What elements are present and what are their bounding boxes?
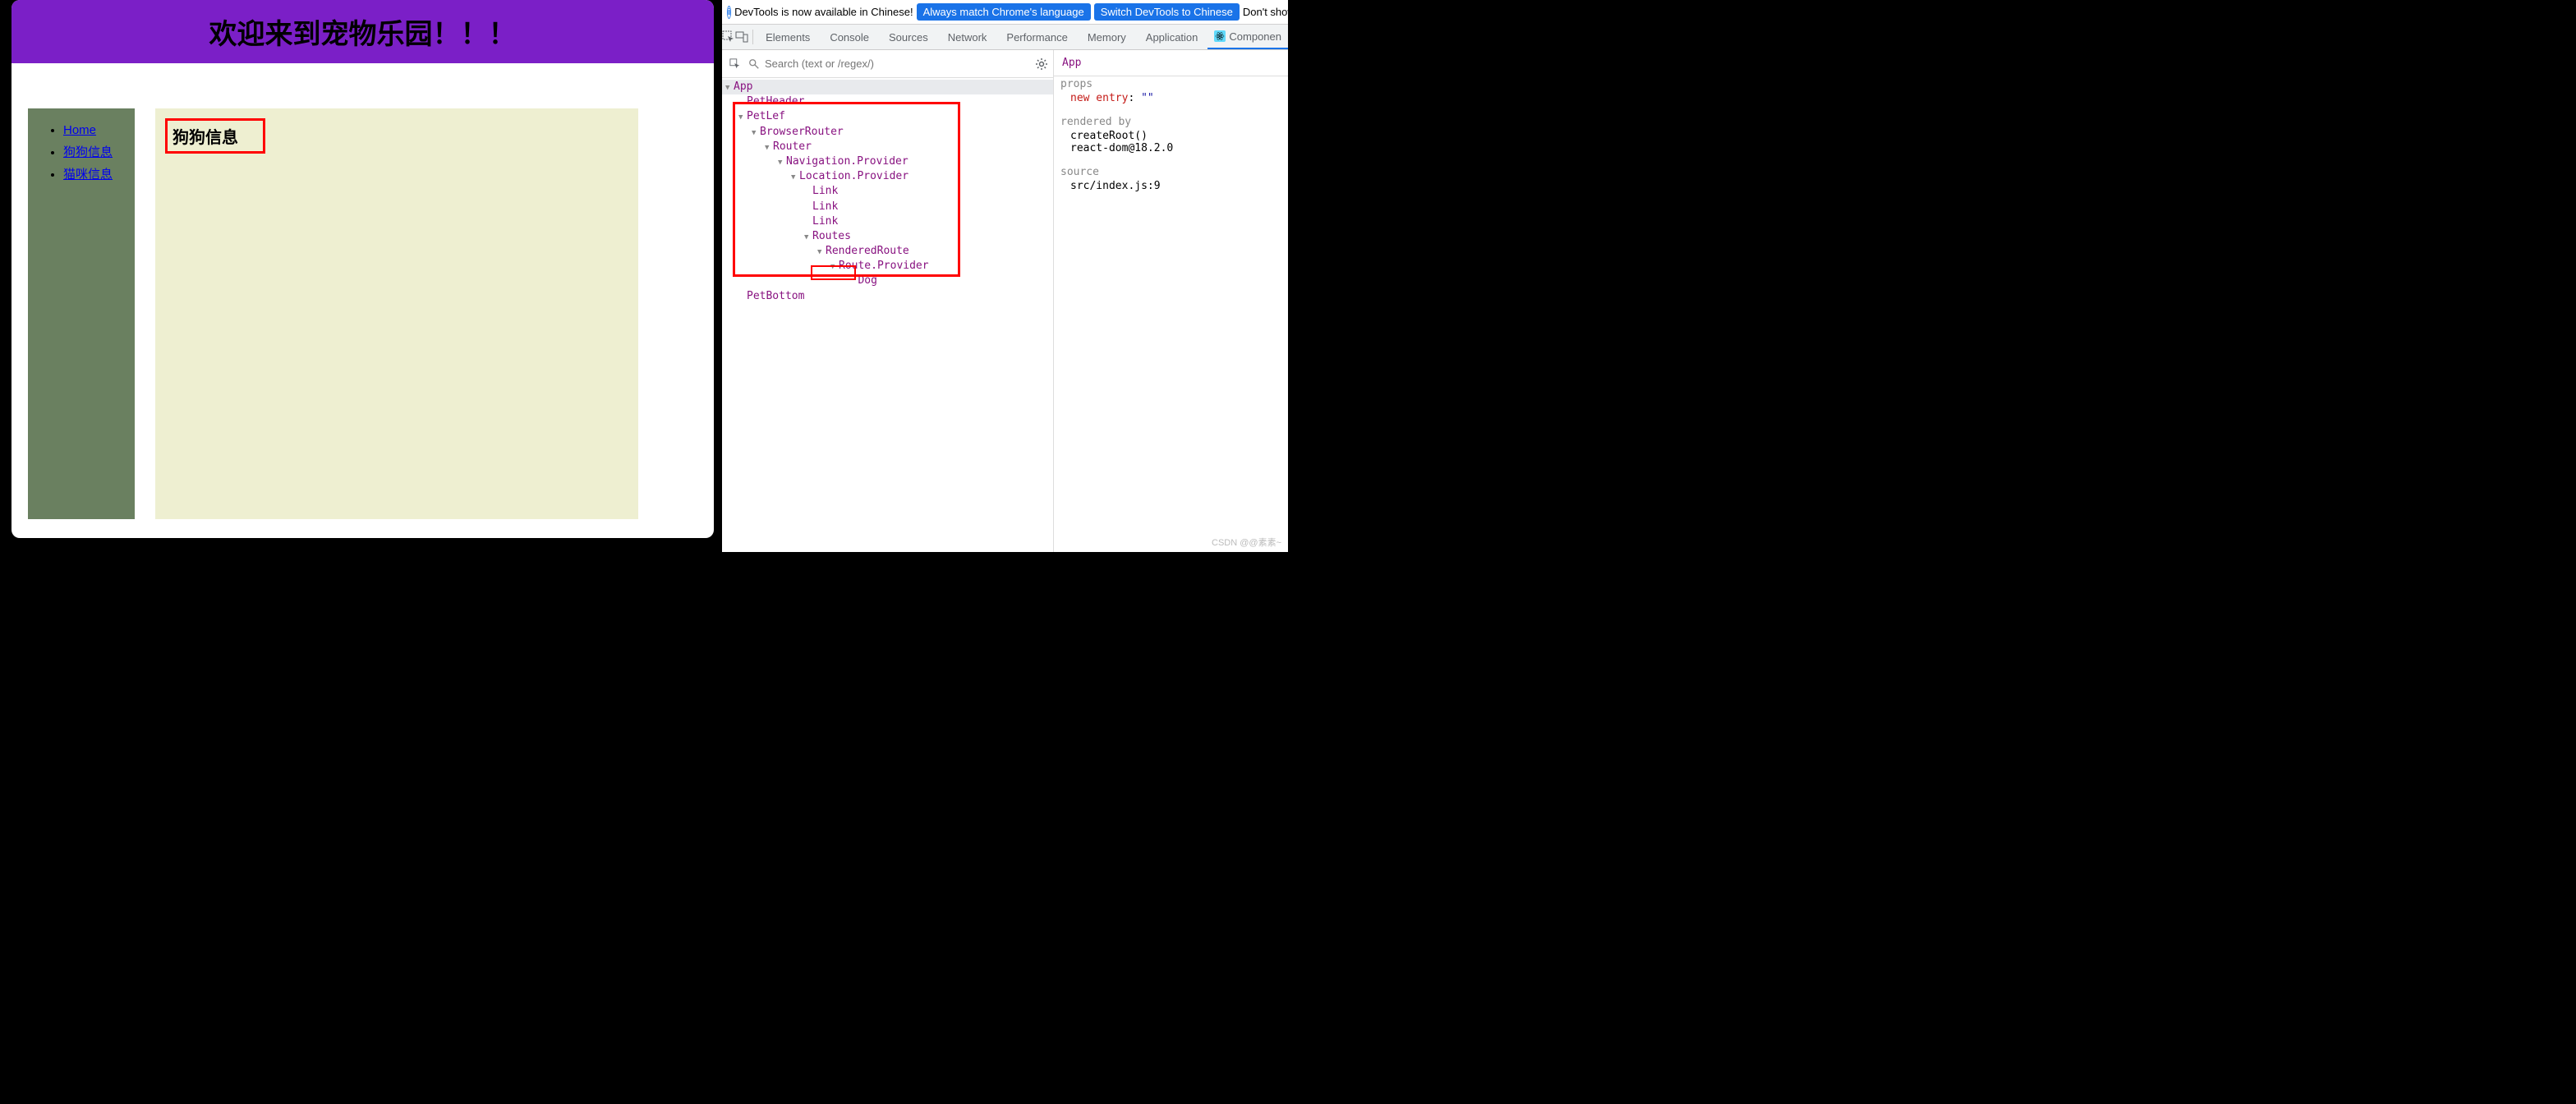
detail-title-highlight: 狗狗信息 [165, 118, 265, 154]
rendered-by-item[interactable]: react-dom@18.2.0 [1054, 142, 1288, 154]
devtools-body: ▼AppPetHeader▼PetLef▼BrowserRouter▼Route… [722, 50, 1288, 552]
info-icon: i [727, 6, 731, 19]
component-tree[interactable]: ▼AppPetHeader▼PetLef▼BrowserRouter▼Route… [722, 78, 1053, 552]
page-title: 欢迎来到宠物乐园！！！ [12, 0, 714, 63]
tab-sources[interactable]: Sources [879, 26, 938, 48]
tree-node-router[interactable]: ▼Router [722, 140, 1053, 154]
breadcrumb[interactable]: App [1054, 53, 1288, 76]
gear-icon[interactable] [1035, 58, 1048, 71]
tab-memory[interactable]: Memory [1078, 26, 1136, 48]
tree-node-route-provider[interactable]: ▼Route.Provider [722, 259, 1053, 274]
pick-element-icon[interactable] [727, 56, 743, 72]
content-row: Home 狗狗信息 猫咪信息 狗狗信息 [12, 63, 714, 519]
tree-node-link[interactable]: Link [722, 214, 1053, 229]
tree-search-bar [722, 50, 1053, 78]
source-header: source [1054, 164, 1288, 180]
devtools-notice: i DevTools is now available in Chinese! … [722, 0, 1288, 25]
tree-search-input[interactable] [765, 58, 1030, 70]
tree-node-petlef[interactable]: ▼PetLef [722, 109, 1053, 124]
tab-components[interactable]: Componen [1208, 25, 1288, 49]
nav-dog[interactable]: 狗狗信息 [63, 145, 113, 159]
tree-node-routes[interactable]: ▼Routes [722, 229, 1053, 244]
tree-node-link[interactable]: Link [722, 200, 1053, 214]
tab-application[interactable]: Application [1136, 26, 1208, 48]
tree-node-petheader[interactable]: PetHeader [722, 94, 1053, 109]
tab-performance[interactable]: Performance [996, 26, 1077, 48]
tree-node-dog[interactable]: Dog [722, 274, 1053, 288]
component-tree-pane: ▼AppPetHeader▼PetLef▼BrowserRouter▼Route… [722, 50, 1054, 552]
tree-node-renderedroute[interactable]: ▼RenderedRoute [722, 244, 1053, 259]
tree-node-link[interactable]: Link [722, 184, 1053, 199]
props-header: props [1054, 76, 1288, 92]
react-icon [1214, 30, 1226, 42]
tab-console[interactable]: Console [820, 26, 879, 48]
dont-show-button[interactable]: Don't show [1243, 6, 1295, 18]
devtools-panel: i DevTools is now available in Chinese! … [722, 0, 1288, 552]
browser-page: 欢迎来到宠物乐园！！！ Home 狗狗信息 猫咪信息 狗狗信息 [12, 0, 714, 538]
tree-node-app[interactable]: ▼App [722, 80, 1053, 94]
props-pane: App props new entry: "" rendered by crea… [1054, 50, 1288, 552]
inspect-icon[interactable] [722, 25, 735, 49]
nav-cat[interactable]: 猫咪信息 [63, 168, 113, 182]
tree-node-location-provider[interactable]: ▼Location.Provider [722, 169, 1053, 184]
nav-home[interactable]: Home [63, 123, 96, 137]
match-language-button[interactable]: Always match Chrome's language [917, 3, 1091, 21]
tree-node-petbottom[interactable]: PetBottom [722, 289, 1053, 304]
prop-new-entry[interactable]: new entry: "" [1054, 92, 1288, 104]
source-value[interactable]: src/index.js:9 [1054, 180, 1288, 192]
search-icon [748, 58, 760, 70]
watermark: CSDN @@素素~ [1212, 536, 1281, 549]
rendered-by-item[interactable]: createRoot() [1054, 130, 1288, 142]
rendered-by-header: rendered by [1054, 114, 1288, 130]
tree-node-navigation-provider[interactable]: ▼Navigation.Provider [722, 154, 1053, 169]
detail-panel: 狗狗信息 [155, 108, 638, 519]
tree-node-browserrouter[interactable]: ▼BrowserRouter [722, 125, 1053, 140]
device-icon[interactable] [735, 25, 748, 49]
nav-sidebar: Home 狗狗信息 猫咪信息 [28, 108, 135, 519]
switch-chinese-button[interactable]: Switch DevTools to Chinese [1094, 3, 1240, 21]
notice-text: DevTools is now available in Chinese! [734, 6, 913, 18]
detail-title: 狗狗信息 [172, 129, 238, 147]
devtools-tabs: Elements Console Sources Network Perform… [722, 25, 1288, 50]
tab-elements[interactable]: Elements [756, 26, 820, 48]
tab-network[interactable]: Network [938, 26, 997, 48]
